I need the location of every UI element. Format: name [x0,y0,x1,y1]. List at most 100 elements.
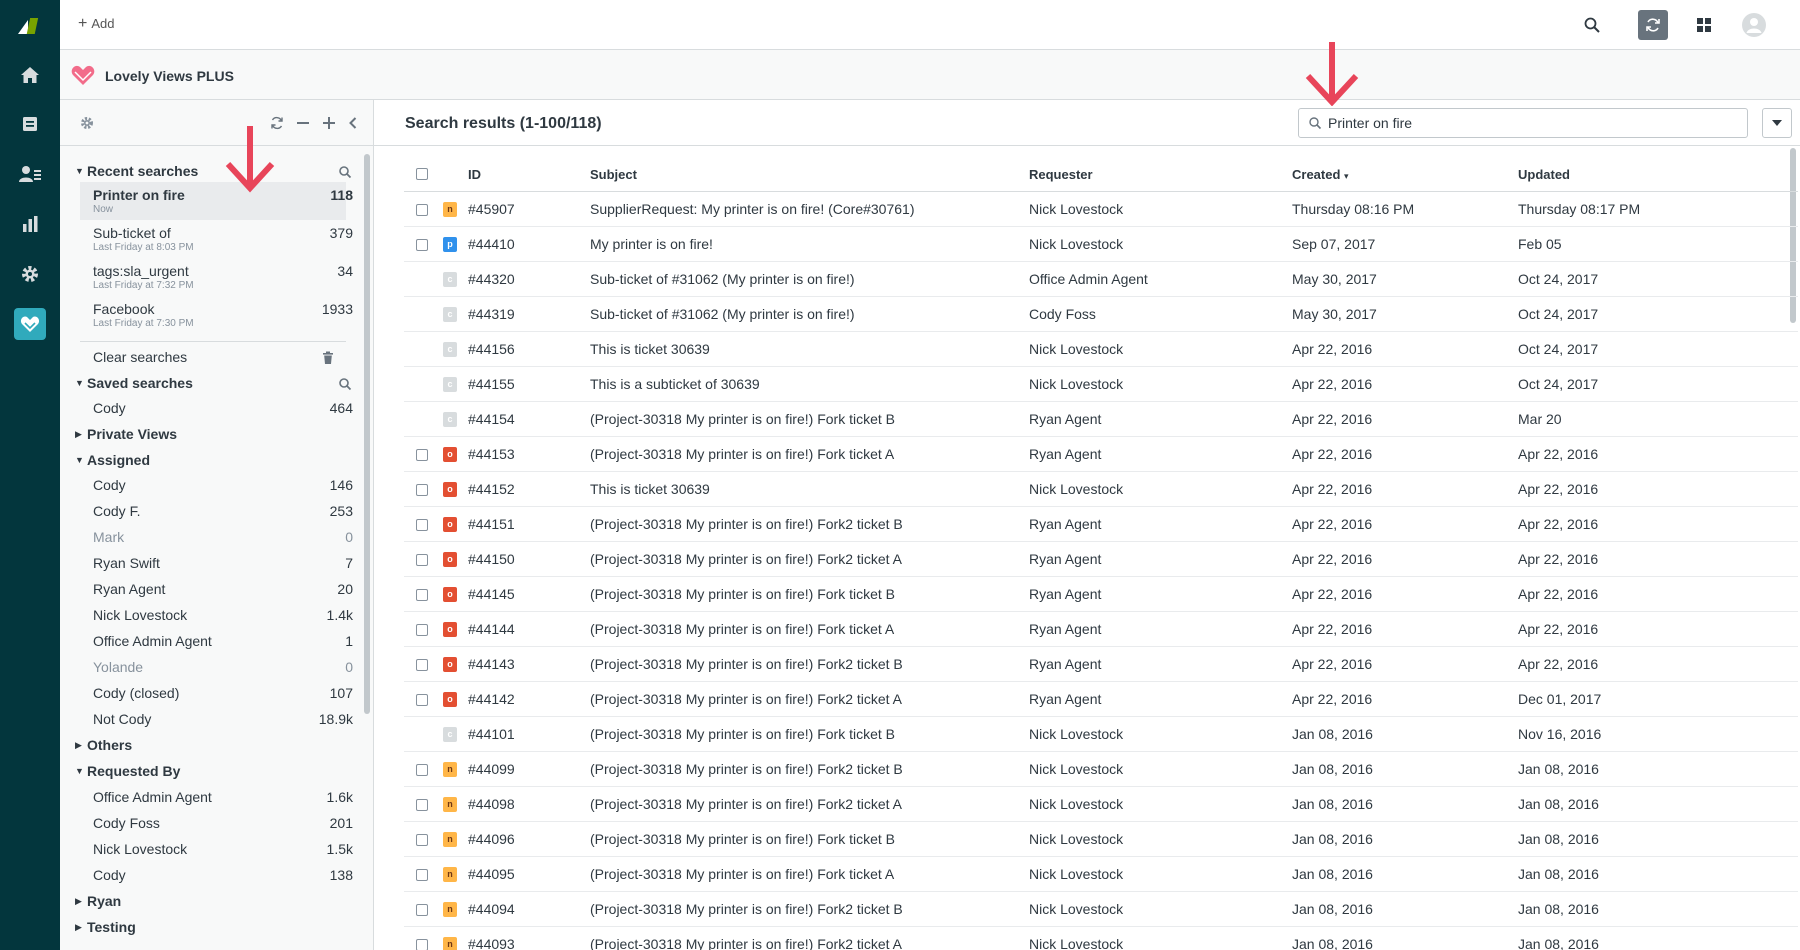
table-row[interactable]: n #44099 (Project-30318 My printer is on f… [404,752,1798,787]
ticket-id[interactable]: #44154 [468,411,515,427]
trash-icon[interactable] [322,351,334,365]
ticket-id[interactable]: #44095 [468,866,515,882]
ticket-subject[interactable]: (Project-30318 My printer is on fire!) F… [590,691,902,707]
table-row[interactable]: o #44152 This is ticket 30639 Nick Lovestoc… [404,472,1798,507]
row-checkbox[interactable] [416,764,428,776]
row-checkbox[interactable] [416,624,428,636]
home-icon[interactable] [18,63,42,87]
ticket-id[interactable]: #44094 [468,901,515,917]
row-checkbox[interactable] [416,694,428,706]
table-row[interactable]: n #44094 (Project-30318 My printer is on f… [404,892,1798,927]
search-icon[interactable] [1580,13,1604,37]
apps-grid-icon[interactable] [1692,13,1716,37]
ticket-id[interactable]: #44155 [468,376,515,392]
reporting-icon[interactable] [18,212,42,236]
search-options-dropdown[interactable] [1762,108,1792,138]
ticket-subject[interactable]: (Project-30318 My printer is on fire!) F… [590,446,894,462]
column-id[interactable]: ID [468,167,481,182]
row-checkbox[interactable] [416,239,428,251]
settings-gear-icon[interactable] [77,113,97,133]
ticket-subject[interactable]: (Project-30318 My printer is on fire!) F… [590,586,895,602]
ticket-subject[interactable]: (Project-30318 My printer is on fire!) F… [590,551,902,567]
ticket-subject[interactable]: (Project-30318 My printer is on fire!) F… [590,796,902,812]
row-checkbox[interactable] [416,519,428,531]
table-row[interactable]: n #44095 (Project-30318 My printer is on f… [404,857,1798,892]
table-row[interactable]: o #44144 (Project-30318 My printer is on f… [404,612,1798,647]
ticket-subject[interactable]: This is a subticket of 30639 [590,376,760,392]
row-checkbox[interactable] [416,659,428,671]
ticket-id[interactable]: #44142 [468,691,515,707]
row-checkbox[interactable] [416,834,428,846]
column-requester[interactable]: Requester [1029,167,1093,182]
ticket-subject[interactable]: Sub-ticket of #31062 (My printer is on f… [590,271,855,287]
row-checkbox[interactable] [416,939,428,950]
ticket-id[interactable]: #44152 [468,481,515,497]
ticket-id[interactable]: #44151 [468,516,515,532]
ticket-subject[interactable]: (Project-30318 My printer is on fire!) F… [590,901,903,917]
table-row[interactable]: c #44101 (Project-30318 My printer is on f… [404,717,1798,752]
ticket-id[interactable]: #44101 [468,726,515,742]
admin-gear-icon[interactable] [18,262,42,286]
table-row[interactable]: c #44154 (Project-30318 My printer is on f… [404,402,1798,437]
table-row[interactable]: n #45907 SupplierRequest: My printer is on… [404,192,1798,227]
ticket-subject[interactable]: SupplierRequest: My printer is on fire! … [590,201,915,217]
ticket-id[interactable]: #44320 [468,271,515,287]
recent-search-icon[interactable] [338,165,352,179]
ticket-subject[interactable]: My printer is on fire! [590,236,713,252]
ticket-id[interactable]: #44156 [468,341,515,357]
requested-by-header[interactable]: ▼ Requested By [75,763,180,779]
ticket-subject[interactable]: (Project-30318 My printer is on fire!) F… [590,831,895,847]
table-row[interactable]: o #44143 (Project-30318 My printer is on f… [404,647,1798,682]
ticket-id[interactable]: #45907 [468,201,515,217]
ticket-subject[interactable]: This is ticket 30639 [590,481,710,497]
ticket-id[interactable]: #44153 [468,446,515,462]
search-input[interactable] [1328,113,1738,133]
ticket-id[interactable]: #44145 [468,586,515,602]
saved-search-icon[interactable] [338,377,352,391]
table-row[interactable]: n #44096 (Project-30318 My printer is on f… [404,822,1798,857]
table-row[interactable]: c #44156 This is ticket 30639 Nick Lovestoc… [404,332,1798,367]
table-row[interactable]: n #44098 (Project-30318 My printer is on f… [404,787,1798,822]
ticket-id[interactable]: #44410 [468,236,515,252]
table-row[interactable]: o #44150 (Project-30318 My printer is on f… [404,542,1798,577]
row-checkbox[interactable] [416,904,428,916]
row-checkbox[interactable] [416,799,428,811]
table-row[interactable]: o #44153 (Project-30318 My printer is on f… [404,437,1798,472]
row-checkbox[interactable] [416,204,428,216]
row-checkbox[interactable] [416,869,428,881]
row-checkbox[interactable] [416,484,428,496]
select-all-checkbox[interactable] [416,168,428,180]
assigned-header[interactable]: ▼ Assigned [75,452,150,468]
table-row[interactable]: p #44410 My printer is on fire! Nick Lovest… [404,227,1798,262]
collapse-sidebar-icon[interactable] [343,113,363,133]
saved-searches-header[interactable]: ▼ Saved searches [75,375,193,391]
sidebar-scrollbar[interactable] [361,154,373,950]
table-row[interactable]: c #44155 This is a subticket of 30639 Nick … [404,367,1798,402]
ticket-subject[interactable]: (Project-30318 My printer is on fire!) F… [590,936,902,950]
ticket-id[interactable]: #44143 [468,656,515,672]
collapse-all-icon[interactable] [293,113,313,133]
expand-all-icon[interactable] [319,113,339,133]
table-row[interactable]: c #44319 Sub-ticket of #31062 (My printer … [404,297,1798,332]
ticket-subject[interactable]: (Project-30318 My printer is on fire!) F… [590,761,903,777]
lovely-views-app-icon[interactable] [14,308,46,340]
add-button[interactable]: + Add [78,15,114,31]
ticket-id[interactable]: #44319 [468,306,515,322]
table-row[interactable]: o #44151 (Project-30318 My printer is on f… [404,507,1798,542]
ticket-id[interactable]: #44144 [468,621,515,637]
zendesk-logo-icon[interactable] [14,14,46,38]
ticket-id[interactable]: #44150 [468,551,515,567]
ryan-header[interactable]: ▶ Ryan [75,893,121,909]
testing-header[interactable]: ▶ Testing [75,919,136,935]
table-row[interactable]: c #44320 Sub-ticket of #31062 (My printer … [404,262,1798,297]
ticket-subject[interactable]: This is ticket 30639 [590,341,710,357]
row-checkbox[interactable] [416,589,428,601]
row-checkbox[interactable] [416,554,428,566]
column-created[interactable]: Created ▾ [1292,167,1349,182]
reload-icon[interactable] [1638,10,1668,40]
views-icon[interactable] [18,112,42,136]
user-avatar-icon[interactable] [1742,13,1766,37]
column-subject[interactable]: Subject [590,167,637,182]
ticket-subject[interactable]: (Project-30318 My printer is on fire!) F… [590,866,894,882]
ticket-id[interactable]: #44093 [468,936,515,950]
